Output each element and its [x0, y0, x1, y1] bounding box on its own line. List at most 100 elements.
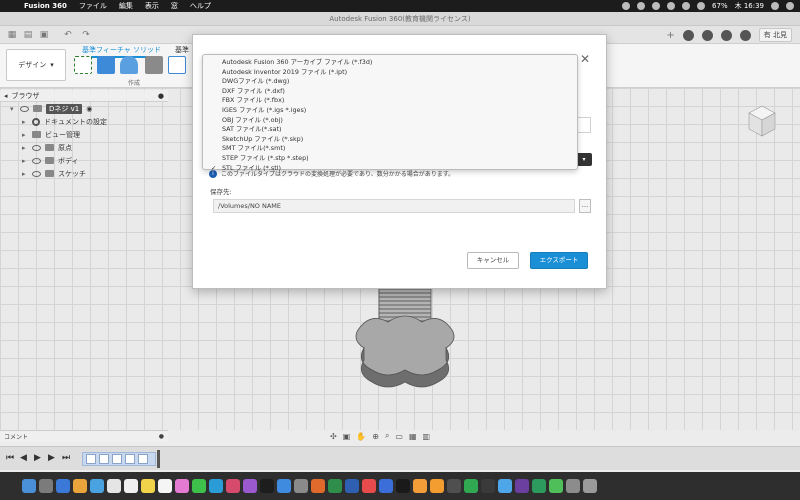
timeline-feature[interactable]	[112, 454, 122, 464]
trash-icon[interactable]	[583, 479, 597, 493]
viewcube[interactable]	[747, 104, 777, 138]
app-icon[interactable]	[447, 479, 461, 493]
menu-edit[interactable]: 編集	[119, 1, 133, 11]
file-icon[interactable]: ▤	[22, 29, 34, 41]
tv-icon[interactable]	[260, 479, 274, 493]
dropdown-option-dxf[interactable]: DXF ファイル (*.dxf)	[203, 87, 577, 97]
finder-icon[interactable]	[22, 479, 36, 493]
dropdown-option-skp[interactable]: SketchUp ファイル (*.skp)	[203, 135, 577, 145]
expand-icon[interactable]: ▸	[22, 157, 28, 165]
wifi-icon[interactable]	[682, 2, 691, 10]
visibility-icon[interactable]	[32, 157, 41, 164]
word-icon[interactable]	[345, 479, 359, 493]
tree-item-view-management[interactable]: ▸ ビュー管理	[0, 128, 168, 141]
timeline-feature[interactable]	[138, 454, 148, 464]
redo-icon[interactable]: ↷	[80, 29, 92, 41]
launchpad-icon[interactable]	[39, 479, 53, 493]
excel-icon[interactable]	[328, 479, 342, 493]
timeline-play-icon[interactable]: ▶	[34, 453, 41, 463]
look-at-icon[interactable]: ▣	[343, 432, 351, 441]
acrobat-icon[interactable]	[362, 479, 376, 493]
line-icon[interactable]	[549, 479, 563, 493]
undo-icon[interactable]: ↶	[62, 29, 74, 41]
reminders-icon[interactable]	[158, 479, 172, 493]
messages-icon[interactable]	[192, 479, 206, 493]
status-icon[interactable]	[637, 2, 646, 10]
menu-view[interactable]: 表示	[145, 1, 159, 11]
orbit-icon[interactable]: ✣	[330, 432, 337, 441]
clock-icon[interactable]	[701, 29, 713, 41]
powerpoint-icon[interactable]	[311, 479, 325, 493]
terminal-icon[interactable]	[396, 479, 410, 493]
tree-root[interactable]: ▾ Dネジ v1 ◉	[0, 102, 168, 115]
browse-button[interactable]: ...	[579, 199, 591, 213]
chrome-icon[interactable]	[73, 479, 87, 493]
box-icon[interactable]	[145, 56, 163, 74]
save-icon[interactable]: ▣	[38, 29, 50, 41]
collapse-icon[interactable]: ◂	[4, 92, 8, 100]
timeline-last-icon[interactable]: ⏭	[62, 453, 70, 463]
fusion-360-icon[interactable]	[430, 479, 444, 493]
timeline-first-icon[interactable]: ⏮	[6, 453, 14, 463]
new-sketch-icon[interactable]	[74, 56, 92, 74]
menu-window[interactable]: 窓	[171, 1, 178, 11]
display-settings-icon[interactable]: ▭	[395, 432, 403, 441]
timeline-feature[interactable]	[86, 454, 96, 464]
dropdown-option-stl-selected[interactable]: ✓ STL ファイル (*.stl)	[203, 164, 577, 174]
status-icon[interactable]	[652, 2, 661, 10]
close-icon[interactable]: ✕	[580, 52, 590, 66]
visibility-icon[interactable]	[32, 144, 41, 151]
notes-icon[interactable]	[141, 479, 155, 493]
mail-icon[interactable]	[90, 479, 104, 493]
search-icon[interactable]	[771, 2, 779, 10]
browser-header[interactable]: ◂ ブラウザ ●	[0, 90, 168, 102]
menu-help[interactable]: ヘルプ	[190, 1, 211, 11]
help-icon[interactable]	[739, 29, 751, 41]
dropdown-option-dwg[interactable]: DWGファイル (*.dwg)	[203, 77, 577, 87]
3d-part-screw[interactable]	[350, 282, 460, 392]
viewports-icon[interactable]: ▥	[423, 432, 431, 441]
comment-panel[interactable]: コメント ●	[0, 430, 168, 442]
dropdown-option-smt[interactable]: SMT ファイル(*.smt)	[203, 144, 577, 154]
control-center-icon[interactable]	[786, 2, 794, 10]
visibility-icon[interactable]	[32, 170, 41, 177]
pin-icon[interactable]: ●	[158, 92, 164, 100]
podcasts-icon[interactable]	[243, 479, 257, 493]
pin-icon[interactable]: ●	[159, 433, 164, 440]
tree-item-origin[interactable]: ▸ 原点	[0, 141, 168, 154]
create-group-label[interactable]: 作成	[128, 78, 140, 87]
new-tab-icon[interactable]: +	[666, 30, 674, 41]
zoom-icon[interactable]: ⊕	[372, 432, 379, 441]
radio-icon[interactable]: ◉	[86, 105, 92, 113]
export-button[interactable]: エクスポート	[530, 252, 588, 269]
tree-item-document-settings[interactable]: ▸ ドキュメントの設定	[0, 115, 168, 128]
workspace-switcher[interactable]: デザイン ▾	[6, 49, 66, 81]
timeline-next-icon[interactable]: ▶	[48, 453, 55, 463]
tree-item-sketches[interactable]: ▸ スケッチ	[0, 167, 168, 180]
save-location-input[interactable]: /Volumes/NO NAME	[213, 199, 575, 213]
app-icon[interactable]	[498, 479, 512, 493]
apps-grid-icon[interactable]: ▦	[6, 29, 18, 41]
timeline-prev-icon[interactable]: ◀	[20, 453, 27, 463]
file-type-select-toggle[interactable]: ▾	[576, 153, 592, 166]
downloads-icon[interactable]	[566, 479, 580, 493]
system-preferences-icon[interactable]	[294, 479, 308, 493]
expand-icon[interactable]: ▸	[22, 170, 28, 178]
illustrator-icon[interactable]	[413, 479, 427, 493]
extrude-icon[interactable]	[97, 56, 115, 74]
app-icon[interactable]	[464, 479, 478, 493]
dropdown-option-ipt[interactable]: Autodesk Inventor 2019 ファイル (*.ipt)	[203, 68, 577, 78]
timeline-feature[interactable]	[125, 454, 135, 464]
job-status-icon[interactable]	[682, 29, 694, 41]
menu-file[interactable]: ファイル	[79, 1, 107, 11]
battery-percent[interactable]: 67%	[712, 2, 728, 10]
app-icon[interactable]	[532, 479, 546, 493]
expand-icon[interactable]: ▸	[22, 118, 28, 126]
dropdown-option-step[interactable]: STEP ファイル (*.stp *.step)	[203, 154, 577, 164]
user-account-chip[interactable]: 有 北見	[758, 28, 792, 42]
facetime-icon[interactable]	[209, 479, 223, 493]
contacts-icon[interactable]	[107, 479, 121, 493]
tree-item-bodies[interactable]: ▸ ボディ	[0, 154, 168, 167]
status-icon[interactable]	[622, 2, 631, 10]
expand-icon[interactable]: ▾	[10, 105, 16, 113]
